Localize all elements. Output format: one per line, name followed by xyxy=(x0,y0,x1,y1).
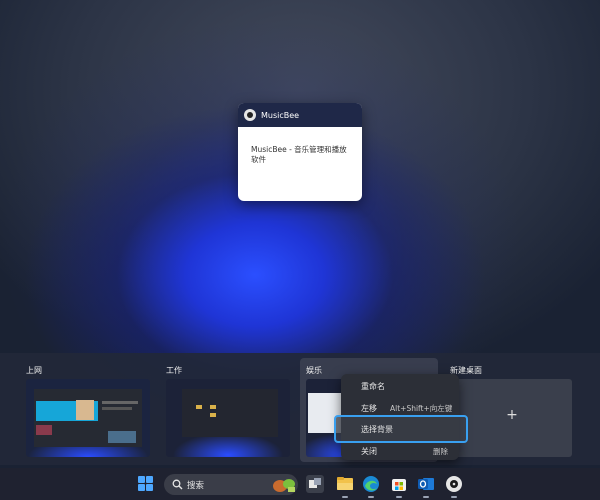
window-preview-title: MusicBee xyxy=(261,110,300,120)
search-icon xyxy=(172,479,183,490)
musicbee-running-indicator xyxy=(451,496,457,498)
desktop-thumbnail-work[interactable] xyxy=(166,379,290,457)
browser-text-line xyxy=(102,407,132,410)
musicbee-icon[interactable] xyxy=(444,474,464,494)
edge-icon[interactable] xyxy=(361,474,381,494)
explorer-window-thumbnail xyxy=(182,389,278,437)
menu-item-rename[interactable]: 重命名 xyxy=(341,377,459,395)
musicbee-app-icon xyxy=(244,109,256,121)
desktop-label-work[interactable]: 工作 xyxy=(166,365,182,376)
browser-banner-image xyxy=(76,400,94,420)
browser-text-line xyxy=(102,401,138,404)
window-preview-card[interactable]: MusicBee MusicBee - 音乐管理和播放软件 xyxy=(238,103,362,201)
menu-item-shortcut: Alt+Shift+向左键 xyxy=(390,403,453,413)
store-icon[interactable] xyxy=(389,474,409,494)
taskbar xyxy=(0,468,600,500)
desktop-label-web[interactable]: 上网 xyxy=(26,365,42,376)
menu-item-label: 重命名 xyxy=(361,381,385,391)
edge-running-indicator xyxy=(368,496,374,498)
menu-item-shortcut: 删除 xyxy=(433,446,448,456)
menu-item-label: 关闭 xyxy=(361,446,377,456)
browser-card-thumbnail xyxy=(108,431,136,443)
folder-icon xyxy=(210,413,216,417)
desktop-thumbnail-web[interactable] xyxy=(26,379,150,457)
file-explorer-icon[interactable] xyxy=(335,474,355,494)
search-highlight-icon xyxy=(273,479,295,492)
menu-item-label: 选择背景 xyxy=(361,424,393,434)
menu-item-move-left[interactable]: 左移 Alt+Shift+向左键 xyxy=(341,399,459,417)
folder-icon xyxy=(210,405,216,409)
menu-item-choose-background[interactable]: 选择背景 xyxy=(341,420,459,438)
outlook-icon[interactable] xyxy=(416,474,436,494)
menu-item-close[interactable]: 关闭 删除 xyxy=(341,442,459,460)
outlook-running-indicator xyxy=(423,496,429,498)
search-placeholder: 搜索 xyxy=(187,481,205,491)
window-preview-description: MusicBee - 音乐管理和播放软件 xyxy=(251,145,347,164)
explorer-running-indicator xyxy=(342,496,348,498)
task-view-icon[interactable] xyxy=(305,474,325,494)
store-running-indicator xyxy=(396,496,402,498)
browser-card-thumbnail xyxy=(36,425,52,435)
start-icon[interactable] xyxy=(138,476,154,492)
folder-icon xyxy=(196,405,202,409)
desktop-label-entertainment[interactable]: 娱乐 xyxy=(306,365,322,376)
window-preview-header: MusicBee xyxy=(238,103,362,127)
plus-icon: + xyxy=(506,407,518,423)
menu-item-label: 左移 xyxy=(361,403,377,413)
